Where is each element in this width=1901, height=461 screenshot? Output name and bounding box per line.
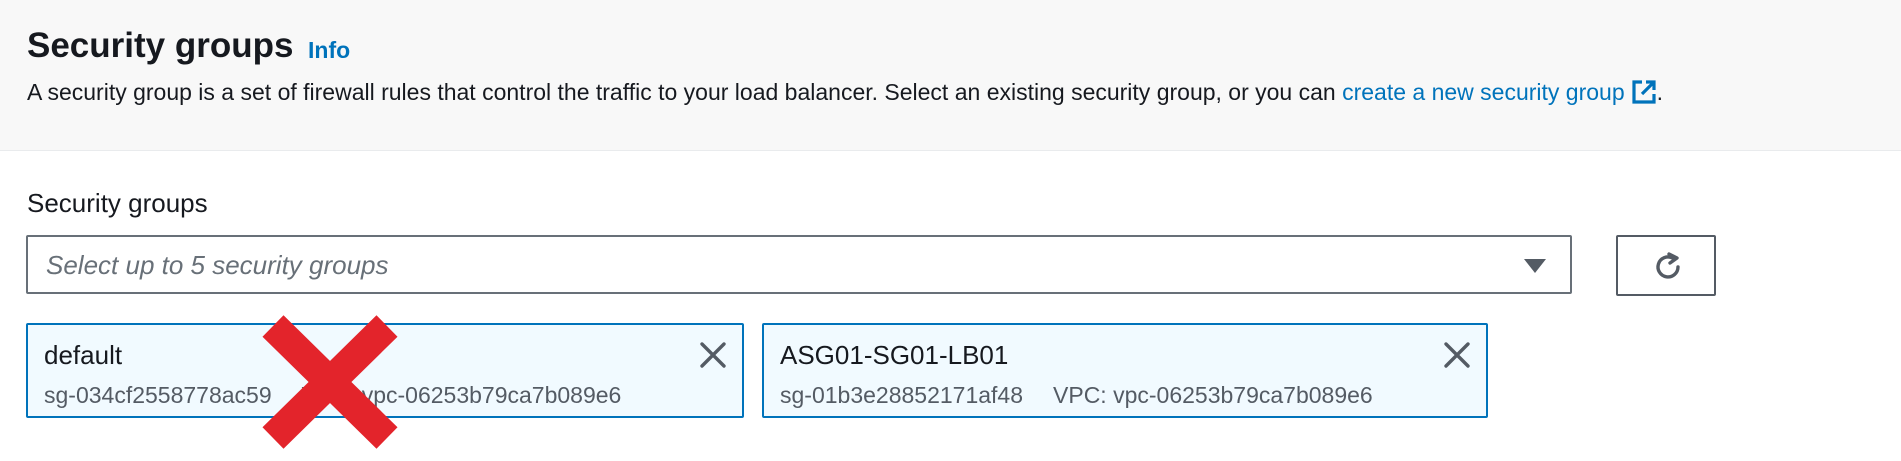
- caret-down-icon: [1524, 259, 1546, 273]
- description-end: .: [1656, 79, 1664, 105]
- red-x-mark: [262, 315, 398, 449]
- select-placeholder: Select up to 5 security groups: [46, 250, 389, 280]
- section-title: Security groups: [27, 26, 294, 65]
- security-groups-label: Security groups: [27, 188, 208, 218]
- section-header: Security groups Info A security group is…: [0, 0, 1901, 151]
- create-security-group-link[interactable]: create a new security group: [1342, 79, 1657, 105]
- token-group-id: sg-034cf2558778ac59: [44, 382, 272, 408]
- description-text: A security group is a set of firewall ru…: [27, 79, 1343, 105]
- token-vpc: VPC: vpc-06253b79ca7b089e6: [1053, 382, 1373, 408]
- token-meta: sg-01b3e28852171af48 VPC: vpc-06253b79ca7…: [780, 381, 1373, 409]
- create-security-group-link-text[interactable]: create a new security group: [1342, 79, 1625, 105]
- close-icon[interactable]: [1440, 338, 1474, 372]
- selected-group-token-asg01: ASG01-SG01-LB01 sg-01b3e28852171af48 VPC:…: [762, 323, 1488, 418]
- security-groups-select[interactable]: Select up to 5 security groups: [26, 235, 1572, 294]
- external-link-icon[interactable]: [1631, 79, 1657, 113]
- refresh-button[interactable]: [1616, 235, 1716, 296]
- info-link[interactable]: Info: [308, 36, 350, 64]
- token-name: default: [44, 340, 123, 370]
- token-name: ASG01-SG01-LB01: [780, 340, 1009, 370]
- close-icon[interactable]: [696, 338, 730, 372]
- refresh-icon: [1656, 252, 1680, 279]
- token-group-id: sg-01b3e28852171af48: [780, 382, 1024, 408]
- section-description: A security group is a set of firewall ru…: [27, 76, 1663, 113]
